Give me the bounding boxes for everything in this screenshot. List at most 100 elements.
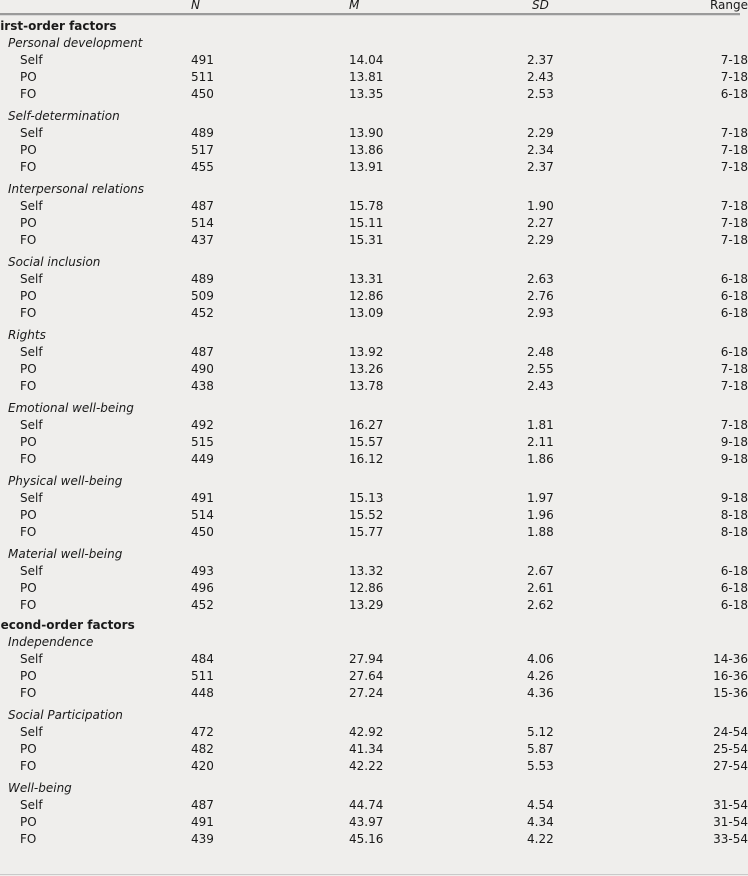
row-label: Self	[20, 491, 43, 505]
row-label: PO	[20, 216, 37, 230]
table-row: Self 487 13.92 2.48 6-18	[0, 344, 748, 361]
cell-range: 25-54	[713, 742, 748, 756]
row-label: FO	[20, 233, 37, 247]
cell-m: 15.11	[349, 216, 384, 230]
cell-n: 452	[191, 598, 214, 612]
table-row: PO 491 43.97 4.34 31-54	[0, 814, 748, 831]
row-label: FO	[20, 452, 37, 466]
cell-sd: 2.61	[527, 581, 554, 595]
cell-n: 487	[191, 345, 214, 359]
descriptive-stats-table: N M SD Range First-order factors Personal…	[0, 0, 748, 848]
table-row: FO 452 13.09 2.93 6-18	[0, 305, 748, 322]
table-row: PO 496 12.86 2.61 6-18	[0, 580, 748, 597]
cell-sd: 2.11	[527, 435, 554, 449]
cell-m: 13.78	[349, 379, 384, 393]
row-label: PO	[20, 70, 37, 84]
cell-m: 13.32	[349, 564, 384, 578]
table-row: Self 491 15.13 1.97 9-18	[0, 490, 748, 507]
table-row: Self 489 13.31 2.63 6-18	[0, 271, 748, 288]
cell-range: 8-18	[720, 508, 748, 522]
row-label: FO	[20, 160, 37, 174]
cell-m: 15.78	[349, 199, 384, 213]
table-row: Self 489 13.90 2.29 7-18	[0, 125, 748, 142]
cell-sd: 4.54	[527, 798, 554, 812]
row-label: Self	[20, 798, 43, 812]
cell-sd: 2.48	[527, 345, 554, 359]
table-row: FO 437 15.31 2.29 7-18	[0, 232, 748, 249]
cell-n: 489	[191, 272, 214, 286]
cell-sd: 4.26	[527, 669, 554, 683]
cell-range: 6-18	[720, 289, 748, 303]
cell-sd: 4.06	[527, 652, 554, 666]
cell-range: 27-54	[713, 759, 748, 773]
row-label: PO	[20, 289, 37, 303]
cell-m: 15.13	[349, 491, 384, 505]
cell-n: 487	[191, 798, 214, 812]
row-label: Self	[20, 345, 43, 359]
cell-m: 27.64	[349, 669, 384, 683]
cell-range: 7-18	[720, 53, 748, 67]
cell-sd: 2.67	[527, 564, 554, 578]
cell-m: 13.91	[349, 160, 384, 174]
cell-m: 12.86	[349, 581, 384, 595]
cell-sd: 1.88	[527, 525, 554, 539]
cell-sd: 2.93	[527, 306, 554, 320]
cell-m: 14.04	[349, 53, 384, 67]
cell-sd: 2.29	[527, 126, 554, 140]
cell-sd: 5.53	[527, 759, 554, 773]
table-row: FO 450 13.35 2.53 6-18	[0, 86, 748, 103]
group-title: Personal development	[8, 36, 143, 50]
header-sd: SD	[532, 0, 549, 12]
cell-n: 484	[191, 652, 214, 666]
cell-range: 7-18	[720, 70, 748, 84]
header-range: Range	[709, 0, 748, 12]
table-row: PO 517 13.86 2.34 7-18	[0, 142, 748, 159]
cell-sd: 2.55	[527, 362, 554, 376]
cell-m: 13.09	[349, 306, 384, 320]
cell-range: 7-18	[720, 126, 748, 140]
group-title: Social Participation	[8, 708, 123, 722]
table-row: PO 511 13.81 2.43 7-18	[0, 69, 748, 86]
header-m: M	[349, 0, 360, 12]
table-row: FO 455 13.91 2.37 7-18	[0, 159, 748, 176]
cell-range: 7-18	[720, 379, 748, 393]
cell-sd: 2.37	[527, 53, 554, 67]
row-label: FO	[20, 87, 37, 101]
cell-m: 42.22	[349, 759, 384, 773]
cell-sd: 2.34	[527, 143, 554, 157]
table-row: Self 472 42.92 5.12 24-54	[0, 724, 748, 741]
cell-m: 15.77	[349, 525, 384, 539]
cell-m: 27.94	[349, 652, 384, 666]
cell-sd: 1.96	[527, 508, 554, 522]
cell-sd: 5.12	[527, 725, 554, 739]
row-label: PO	[20, 581, 37, 595]
row-label: Self	[20, 199, 43, 213]
cell-n: 449	[191, 452, 214, 466]
cell-n: 511	[191, 70, 214, 84]
cell-sd: 2.43	[527, 70, 554, 84]
cell-n: 491	[191, 815, 214, 829]
cell-m: 13.29	[349, 598, 384, 612]
cell-range: 33-54	[713, 832, 748, 846]
cell-range: 16-36	[713, 669, 748, 683]
cell-n: 472	[191, 725, 214, 739]
cell-m: 16.27	[349, 418, 384, 432]
cell-range: 6-18	[720, 598, 748, 612]
cell-n: 490	[191, 362, 214, 376]
cell-m: 27.24	[349, 686, 384, 700]
cell-range: 7-18	[720, 233, 748, 247]
cell-n: 438	[191, 379, 214, 393]
cell-n: 491	[191, 53, 214, 67]
cell-range: 24-54	[713, 725, 748, 739]
cell-n: 450	[191, 525, 214, 539]
cell-n: 514	[191, 216, 214, 230]
group-title: Rights	[8, 328, 46, 342]
cell-n: 487	[191, 199, 214, 213]
row-label: Self	[20, 418, 43, 432]
group-title: Interpersonal relations	[8, 182, 145, 196]
cell-n: 492	[191, 418, 214, 432]
table-row: FO 438 13.78 2.43 7-18	[0, 378, 748, 395]
cell-sd: 2.37	[527, 160, 554, 174]
cell-n: 439	[191, 832, 214, 846]
table-header: N M SD Range	[0, 0, 748, 15]
